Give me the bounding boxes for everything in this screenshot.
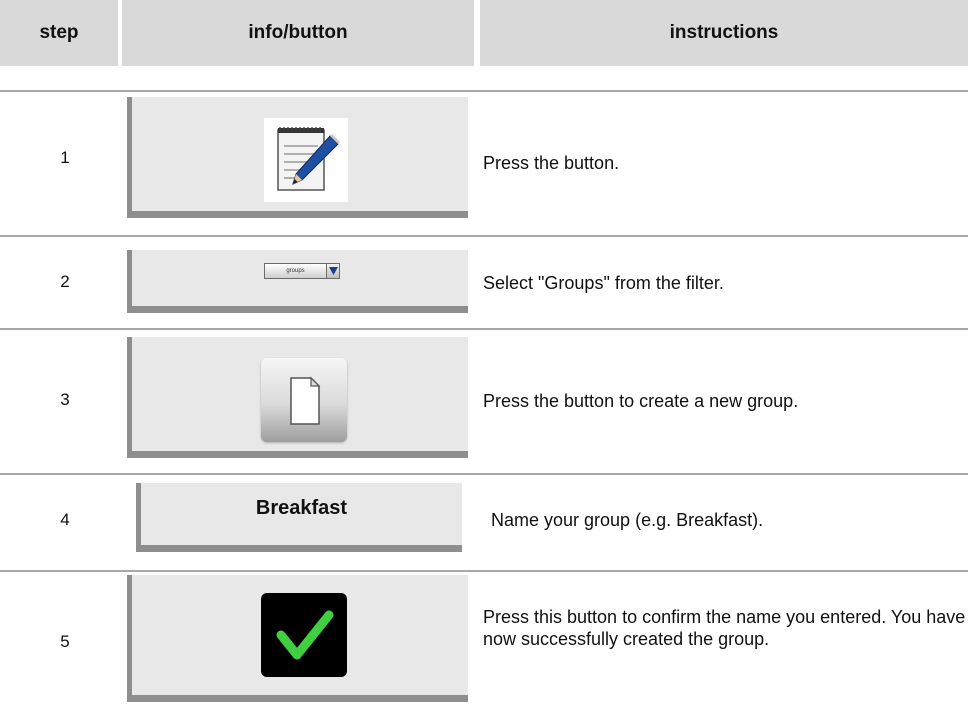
group-name-field[interactable]: Breakfast bbox=[141, 483, 462, 533]
step-number-3: 3 bbox=[60, 390, 70, 409]
row-divider bbox=[0, 328, 968, 330]
step-number-2: 2 bbox=[60, 272, 70, 291]
row-divider bbox=[0, 235, 968, 237]
row-divider bbox=[0, 473, 968, 475]
step-number-1: 1 bbox=[60, 148, 70, 167]
step-number-5: 5 bbox=[60, 632, 70, 651]
step-5-info-panel bbox=[127, 575, 468, 702]
step-3-info-panel bbox=[127, 337, 468, 458]
step-1-info-panel bbox=[127, 97, 468, 218]
step-1-instruction: Press the button. bbox=[483, 153, 620, 173]
new-document-icon[interactable] bbox=[261, 358, 347, 442]
row-divider bbox=[0, 570, 968, 572]
step-5-instruction: Press this button to confirm the name yo… bbox=[483, 607, 966, 649]
column-header-instructions: instructions bbox=[480, 0, 968, 66]
step-2-info-panel: groups bbox=[127, 250, 468, 313]
filter-dropdown-value: groups bbox=[286, 268, 305, 274]
row-divider bbox=[0, 90, 968, 92]
chevron-down-icon[interactable] bbox=[326, 264, 339, 278]
step-3-instruction: Press the button to create a new group. bbox=[483, 391, 799, 411]
step-number-4: 4 bbox=[60, 510, 70, 529]
filter-dropdown[interactable]: groups bbox=[264, 263, 340, 279]
step-2-instruction: Select "Groups" from the filter. bbox=[483, 273, 724, 293]
step-4-info-panel: Breakfast bbox=[136, 483, 462, 552]
step-4-instruction: Name your group (e.g. Breakfast). bbox=[491, 510, 764, 530]
checkmark-icon[interactable] bbox=[261, 593, 347, 677]
column-header-info: info/button bbox=[122, 0, 474, 66]
column-header-step: step bbox=[0, 0, 118, 66]
notepad-pencil-icon[interactable] bbox=[264, 118, 348, 202]
